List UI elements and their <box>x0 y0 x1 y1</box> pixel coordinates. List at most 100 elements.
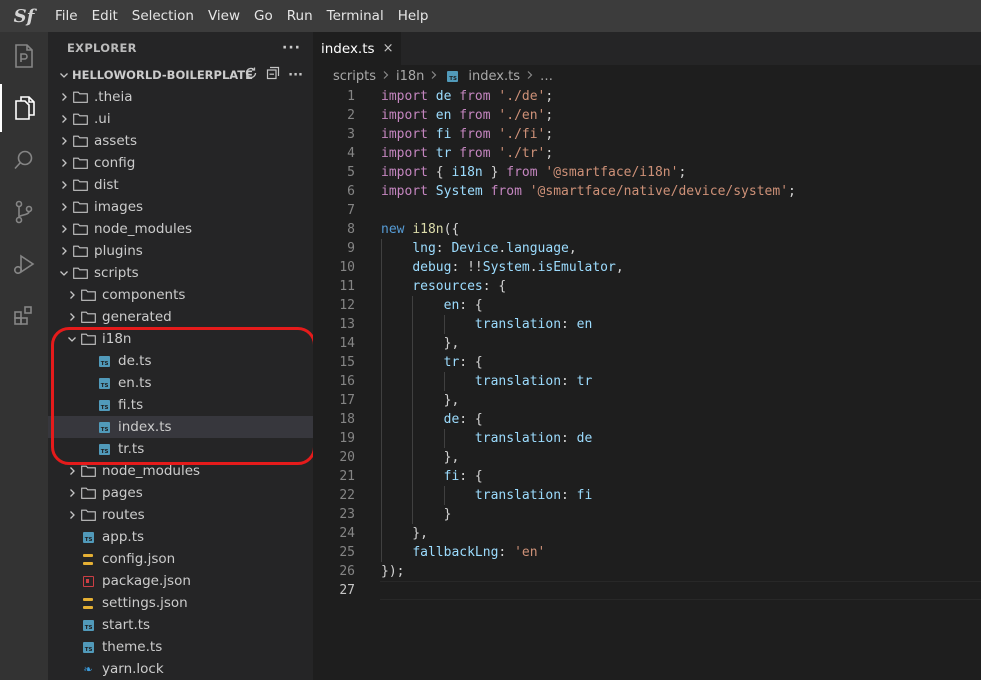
folder-item[interactable]: .ui <box>48 108 313 130</box>
file-item[interactable]: settings.json <box>48 592 313 614</box>
tree-item-label: .theia <box>94 89 133 105</box>
chevron-right-icon[interactable] <box>56 218 72 240</box>
tree-item-label: yarn.lock <box>102 661 164 677</box>
folder-item[interactable]: pages <box>48 482 313 504</box>
menu-file[interactable]: File <box>48 0 85 32</box>
folder-icon <box>80 306 96 328</box>
chevron-right-icon[interactable] <box>64 284 80 306</box>
more-actions-icon[interactable]: ··· <box>282 40 301 56</box>
typescript-file-icon: TS <box>96 416 112 438</box>
tree-item-label: scripts <box>94 265 139 281</box>
code-editor[interactable]: 1 import de from './de'; 2 import en from '… <box>313 87 981 600</box>
folder-item[interactable]: dist <box>48 174 313 196</box>
file-item[interactable]: TS en.ts <box>48 372 313 394</box>
chevron-right-icon[interactable] <box>64 504 80 526</box>
chevron-right-icon[interactable] <box>64 306 80 328</box>
menu-go[interactable]: Go <box>247 0 280 32</box>
breadcrumb-index-ts[interactable]: index.ts <box>468 69 520 84</box>
folder-icon <box>80 482 96 504</box>
file-item[interactable]: TS fi.ts <box>48 394 313 416</box>
code-text: import de from './de'; <box>381 89 554 104</box>
source-control-icon[interactable] <box>0 188 48 236</box>
file-item[interactable]: ❧ yarn.lock <box>48 658 313 680</box>
chevron-down-icon[interactable] <box>56 262 72 284</box>
line-number: 6 <box>347 184 355 199</box>
folder-item[interactable]: node_modules <box>48 460 313 482</box>
chevron-right-icon[interactable] <box>56 240 72 262</box>
tree-item-label: de.ts <box>118 353 152 369</box>
project-section-header[interactable]: HELLOWORLD-BOILERPLATE ··· <box>48 64 313 86</box>
menu-run[interactable]: Run <box>280 0 320 32</box>
file-item[interactable]: config.json <box>48 548 313 570</box>
folder-item[interactable]: .theia <box>48 86 313 108</box>
typescript-file-icon: TS <box>80 614 96 636</box>
tree-item-label: .ui <box>94 111 111 127</box>
chevron-right-icon[interactable] <box>56 196 72 218</box>
folder-icon <box>72 86 88 108</box>
chevron-right-icon[interactable] <box>56 130 72 152</box>
line-number: 14 <box>339 336 355 351</box>
file-item[interactable]: TS app.ts <box>48 526 313 548</box>
folder-item[interactable]: config <box>48 152 313 174</box>
tree-item-label: en.ts <box>118 375 152 391</box>
explorer-icon[interactable] <box>0 84 48 132</box>
tree-item-label: plugins <box>94 243 143 259</box>
code-line: 15 tr: { <box>313 353 981 372</box>
menu-edit[interactable]: Edit <box>85 0 125 32</box>
extensions-icon[interactable] <box>0 292 48 340</box>
file-item[interactable]: TS de.ts <box>48 350 313 372</box>
folder-item[interactable]: node_modules <box>48 218 313 240</box>
typescript-file-icon: TS <box>96 438 112 460</box>
chevron-down-icon[interactable] <box>64 328 80 350</box>
menu-help[interactable]: Help <box>391 0 436 32</box>
file-item[interactable]: TS index.ts <box>48 416 313 438</box>
code-text: import en from './en'; <box>381 108 554 123</box>
breadcrumb-more[interactable]: … <box>540 69 553 84</box>
menu-selection[interactable]: Selection <box>125 0 201 32</box>
folder-item[interactable]: assets <box>48 130 313 152</box>
code-line: 8 new i18n({ <box>313 220 981 239</box>
menu-view[interactable]: View <box>201 0 247 32</box>
folder-item[interactable]: scripts <box>48 262 313 284</box>
project-icon[interactable] <box>0 32 48 80</box>
code-text: }, <box>381 450 460 465</box>
line-number: 16 <box>339 374 355 389</box>
menu-terminal[interactable]: Terminal <box>320 0 391 32</box>
code-line: 20 }, <box>313 448 981 467</box>
file-item[interactable]: TS theme.ts <box>48 636 313 658</box>
code-text: resources: { <box>412 279 507 294</box>
chevron-right-icon[interactable] <box>56 174 72 196</box>
code-text: translation: fi <box>474 488 593 503</box>
file-item[interactable]: TS tr.ts <box>48 438 313 460</box>
folder-item[interactable]: images <box>48 196 313 218</box>
folder-item[interactable]: routes <box>48 504 313 526</box>
chevron-right-icon[interactable] <box>56 86 72 108</box>
breadcrumb-i18n[interactable]: i18n <box>396 69 424 84</box>
file-item[interactable]: package.json <box>48 570 313 592</box>
chevron-right-icon[interactable] <box>56 152 72 174</box>
code-text: translation: de <box>474 431 593 446</box>
run-debug-icon[interactable] <box>0 240 48 288</box>
code-line: 22 translation: fi <box>313 486 981 505</box>
code-text: fallbackLng: 'en' <box>412 545 546 560</box>
folder-item[interactable]: components <box>48 284 313 306</box>
code-line: 5 import { i18n } from '@smartface/i18n'; <box>313 163 981 182</box>
file-item[interactable]: TS start.ts <box>48 614 313 636</box>
line-number: 13 <box>339 317 355 332</box>
folder-item[interactable]: i18n <box>48 328 313 350</box>
folder-item[interactable]: plugins <box>48 240 313 262</box>
tab-index-ts[interactable]: index.ts × <box>313 32 403 65</box>
breadcrumb-scripts[interactable]: scripts <box>333 69 376 84</box>
folder-item[interactable]: generated <box>48 306 313 328</box>
collapse-all-icon[interactable] <box>266 66 280 84</box>
chevron-right-icon[interactable] <box>64 460 80 482</box>
explorer-sidebar: EXPLORER ··· HELLOWORLD-BOILERPLATE ··· … <box>48 32 313 680</box>
chevron-right-icon[interactable] <box>64 482 80 504</box>
chevron-right-icon[interactable] <box>56 108 72 130</box>
refresh-icon[interactable] <box>244 66 258 84</box>
more-actions-icon[interactable]: ··· <box>288 68 303 83</box>
editor-area: index.ts × scripts i18n TS index.ts … 1 i… <box>313 32 981 680</box>
search-icon[interactable] <box>0 136 48 184</box>
close-icon[interactable]: × <box>383 41 394 56</box>
code-line: 27 <box>313 581 981 600</box>
